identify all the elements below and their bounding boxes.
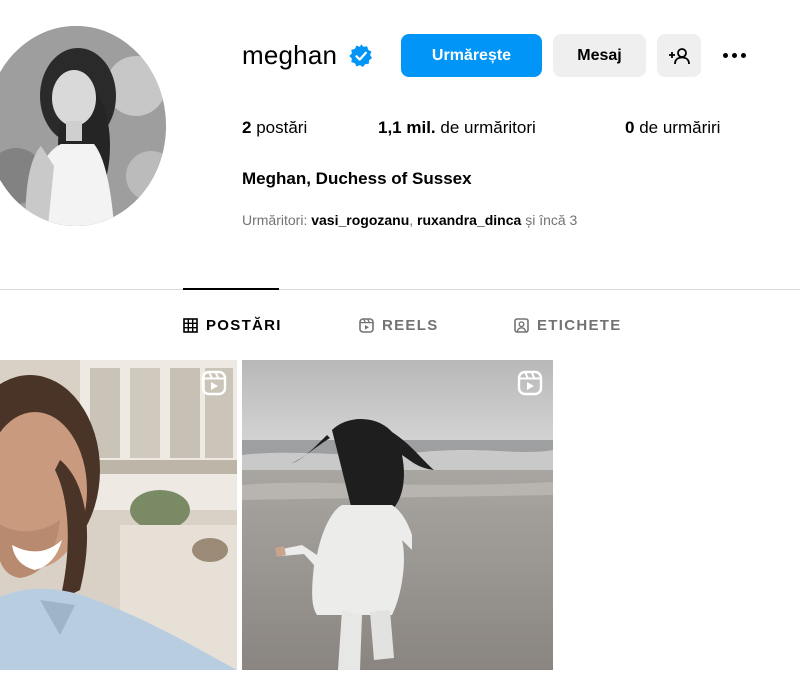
message-button[interactable]: Mesaj bbox=[553, 34, 646, 77]
followers-count-value: 1,1 mil. bbox=[378, 118, 436, 137]
followed-by-suffix: și încă 3 bbox=[525, 212, 578, 228]
tab-tagged-label: ETICHETE bbox=[537, 316, 622, 334]
posts-count: 2 postări bbox=[242, 118, 307, 138]
following-count-label: de urmăriri bbox=[639, 118, 721, 137]
tab-posts-label: POSTĂRI bbox=[206, 316, 282, 334]
tab-reels[interactable]: REELS bbox=[359, 315, 439, 335]
posts-count-label: postări bbox=[256, 118, 308, 137]
profile-username: meghan bbox=[242, 40, 338, 70]
following-count-value: 0 bbox=[625, 118, 635, 137]
following-link[interactable]: 0 de urmăriri bbox=[625, 118, 720, 138]
followed-by-prefix: Urmăritori: bbox=[242, 212, 308, 228]
tabs-divider bbox=[0, 289, 800, 290]
post-image bbox=[242, 360, 553, 670]
reel-icon bbox=[517, 370, 543, 396]
post-image bbox=[0, 360, 237, 670]
suggested-accounts-button[interactable] bbox=[657, 34, 701, 77]
post-thumbnail[interactable] bbox=[242, 360, 553, 670]
verified-badge-icon bbox=[349, 44, 373, 68]
followed-by-separator: , bbox=[409, 212, 414, 228]
posts-count-value: 2 bbox=[242, 118, 252, 137]
person-plus-icon bbox=[669, 47, 690, 64]
followers-link[interactable]: 1,1 mil. de urmăritori bbox=[378, 118, 536, 138]
tagged-icon bbox=[514, 317, 529, 333]
more-options-icon[interactable] bbox=[715, 44, 753, 66]
followed-by-user[interactable]: vasi_rogozanu bbox=[311, 212, 409, 228]
followers-count-label: de urmăritori bbox=[440, 118, 536, 137]
avatar-photo bbox=[0, 26, 166, 226]
grid-icon bbox=[183, 317, 198, 333]
active-tab-indicator bbox=[183, 288, 279, 290]
tab-reels-label: REELS bbox=[382, 316, 439, 334]
reel-icon bbox=[201, 370, 227, 396]
tab-posts[interactable]: POSTĂRI bbox=[183, 315, 282, 335]
post-thumbnail[interactable] bbox=[0, 360, 237, 670]
followed-by-user[interactable]: ruxandra_dinca bbox=[417, 212, 521, 228]
follow-button[interactable]: Urmărește bbox=[401, 34, 542, 77]
profile-avatar[interactable] bbox=[0, 26, 166, 226]
profile-full-name: Meghan, Duchess of Sussex bbox=[242, 169, 472, 188]
reels-icon bbox=[359, 317, 374, 333]
followed-by-line[interactable]: Urmăritori: vasi_rogozanu, ruxandra_dinc… bbox=[242, 212, 577, 228]
tab-tagged[interactable]: ETICHETE bbox=[514, 315, 622, 335]
